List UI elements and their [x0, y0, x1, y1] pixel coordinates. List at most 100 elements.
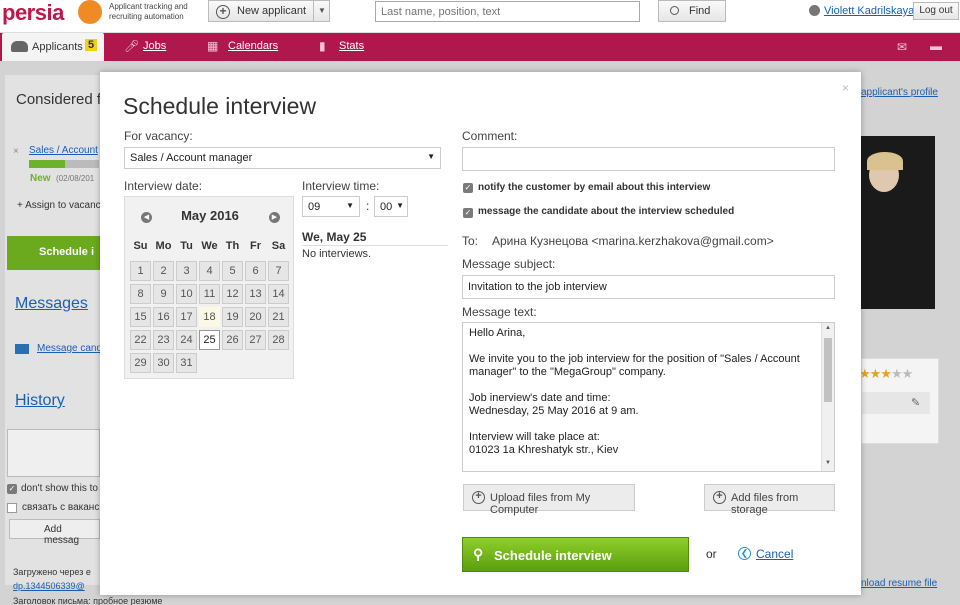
dont-show-label: don't show this to	[21, 483, 98, 494]
assign-vacancy-link[interactable]: + Assign to vacanc	[17, 200, 101, 211]
calendar-day[interactable]: 10	[176, 284, 197, 304]
user-icon	[809, 5, 820, 16]
vacancy-select-value: Sales / Account manager	[130, 152, 253, 164]
calendar-day[interactable]: 8	[130, 284, 151, 304]
calendar-day[interactable]: 25	[199, 330, 220, 350]
user-name-link[interactable]: Violett Kadrilskaya	[824, 5, 914, 17]
link-vacancy-checkbox[interactable]	[7, 503, 17, 513]
progress-fill	[29, 160, 65, 168]
progress-bar	[29, 160, 99, 168]
find-button[interactable]: Find	[658, 0, 726, 22]
logout-button[interactable]: Log out	[913, 2, 959, 20]
new-applicant-button[interactable]: + New applicant ▼	[208, 0, 330, 22]
calendar-day[interactable]: 5	[222, 261, 243, 281]
scroll-up-icon[interactable]: ▲	[825, 325, 831, 331]
add-message-button[interactable]: Add messag	[9, 519, 100, 546]
calendar-day[interactable]: 30	[153, 353, 174, 373]
weekday-header: Th	[225, 240, 240, 252]
vacancy-link[interactable]: Sales / Account	[29, 145, 98, 156]
interview-date-label: Interview date:	[124, 179, 203, 193]
logo[interactable]: persia	[2, 0, 64, 26]
message-line	[469, 457, 817, 470]
subject-input[interactable]	[462, 275, 835, 299]
calendar-day[interactable]: 12	[222, 284, 243, 304]
upload-storage-button[interactable]: + Add files from storage	[704, 484, 835, 516]
vacancy-select[interactable]: Sales / Account manager ▼	[124, 147, 441, 169]
tab-jobs[interactable]: Jobs	[143, 40, 166, 52]
calendar-day[interactable]: 7	[268, 261, 289, 281]
message-text-label: Message text:	[462, 305, 537, 319]
download-resume-link[interactable]: nload resume file	[861, 578, 937, 589]
tab-stats[interactable]: Stats	[339, 40, 364, 52]
message-candidate-label: message the candidate about the intervie…	[478, 206, 735, 217]
email-link[interactable]: dp.1344506339@	[13, 581, 85, 591]
message-candidate-link[interactable]: Message cand	[37, 343, 102, 354]
calendar-day[interactable]: 20	[245, 307, 266, 327]
upload-storage-label: Add files from storage	[731, 492, 799, 516]
calendar-day[interactable]: 6	[245, 261, 266, 281]
calendar-day[interactable]: 23	[153, 330, 174, 350]
calendar-day[interactable]: 21	[268, 307, 289, 327]
calendar-day[interactable]: 1	[130, 261, 151, 281]
chat-icon[interactable]: ▬	[930, 39, 942, 53]
message-textarea[interactable]: Hello Arina, We invite you to the job int…	[462, 322, 835, 472]
comment-input[interactable]	[462, 147, 835, 171]
chevron-down-icon[interactable]: ▼	[313, 1, 330, 21]
scroll-down-icon[interactable]: ▼	[825, 460, 831, 466]
next-month-icon[interactable]: ▶	[269, 212, 280, 223]
notify-customer-checkbox[interactable]: ✓	[463, 183, 473, 193]
search-input[interactable]	[375, 1, 640, 22]
calendar-day[interactable]: 19	[222, 307, 243, 327]
hour-select[interactable]: 09 ▼	[302, 196, 360, 217]
calendar-day[interactable]: 26	[222, 330, 243, 350]
calendar-day[interactable]: 3	[176, 261, 197, 281]
calendar-day[interactable]: 15	[130, 307, 151, 327]
history-textarea[interactable]	[7, 429, 100, 477]
calendar-day[interactable]: 9	[153, 284, 174, 304]
schedule-interview-button[interactable]: ⚲ Schedule interview	[462, 537, 689, 572]
calendar-day[interactable]: 4	[199, 261, 220, 281]
interview-time-label: Interview time:	[302, 179, 380, 193]
rating-stars[interactable]: ★★★★★	[859, 366, 913, 382]
message-line: Job inerview's date and time:	[469, 392, 611, 404]
edit-icon[interactable]: ✎	[911, 396, 920, 409]
calendar-day[interactable]: 13	[245, 284, 266, 304]
calendar-day[interactable]: 31	[176, 353, 197, 373]
calendar-day[interactable]: 16	[153, 307, 174, 327]
schedule-background-button[interactable]: Schedule i	[7, 236, 100, 270]
calendar-day[interactable]: 27	[245, 330, 266, 350]
scrollbar-thumb[interactable]	[824, 338, 832, 402]
upload-computer-button[interactable]: + Upload files from My Computer	[463, 484, 635, 516]
calendar-day[interactable]: 17	[176, 307, 197, 327]
modal-close-icon[interactable]: ×	[842, 81, 849, 95]
calendar-day[interactable]: 24	[176, 330, 197, 350]
messages-heading[interactable]: Messages	[15, 295, 88, 313]
mail-icon[interactable]: ✉	[897, 40, 909, 54]
message-candidate-checkbox[interactable]: ✓	[463, 208, 473, 218]
calendar-day[interactable]: 28	[268, 330, 289, 350]
tab-applicants[interactable]: Applicants 5	[2, 33, 104, 61]
applicant-profile-link[interactable]: applicant's profile	[861, 87, 938, 98]
schedule-background-label: Schedule i	[39, 246, 95, 258]
calendar-day[interactable]: 2	[153, 261, 174, 281]
close-icon[interactable]: ×	[13, 146, 19, 157]
tab-calendars[interactable]: Calendars	[228, 40, 278, 52]
calendar-day[interactable]: 22	[130, 330, 151, 350]
calendar-day[interactable]: 29	[130, 353, 151, 373]
considered-for-heading: Considered f	[16, 91, 102, 108]
minute-select[interactable]: 00 ▼	[374, 196, 408, 217]
search-icon	[670, 6, 679, 15]
history-heading[interactable]: History	[15, 392, 65, 410]
calendar-day[interactable]: 18	[199, 307, 220, 327]
calendar-day[interactable]: 11	[199, 284, 220, 304]
weekday-header: Sa	[271, 240, 286, 252]
plus-icon: +	[472, 491, 485, 504]
cancel-link[interactable]: Cancel	[756, 547, 793, 561]
dont-show-checkbox[interactable]: ✓	[7, 484, 17, 494]
scrollbar[interactable]: ▲ ▼	[821, 323, 834, 471]
calendar-day[interactable]: 14	[268, 284, 289, 304]
footer-text: Заголовок письма: пробное резюме	[13, 596, 163, 605]
selected-date-heading: We, May 25	[302, 230, 367, 244]
message-line: See you!	[469, 470, 817, 471]
message-line: We invite you to the job interview for t…	[469, 353, 800, 378]
